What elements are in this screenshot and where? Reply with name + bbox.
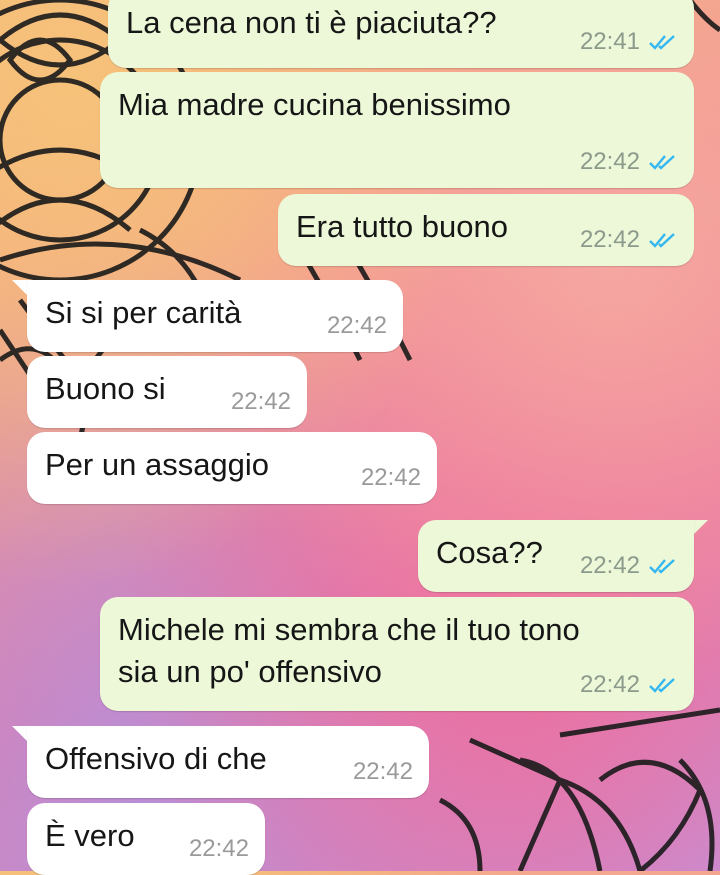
message-bubble-outgoing[interactable]: Michele mi sembra che il tuo tono sia un… (100, 597, 694, 711)
message-time: 22:41 (579, 28, 640, 55)
message-bubble-incoming[interactable]: Buono si 22:42 (27, 356, 307, 428)
message-time: 22:42 (579, 148, 640, 175)
message-time: 22:42 (360, 464, 421, 491)
message-bubble-outgoing[interactable]: La cena non ti è piaciuta?? 22:41 (108, 0, 694, 68)
message-bubble-outgoing[interactable]: Cosa?? 22:42 (418, 520, 694, 592)
message-meta: 22:42 (361, 464, 421, 492)
double-check-icon (649, 35, 675, 50)
message-meta: 22:42 (580, 552, 678, 580)
message-bubble-incoming[interactable]: Per un assaggio 22:42 (27, 432, 437, 504)
message-time: 22:42 (579, 671, 640, 698)
message-meta: 22:42 (353, 758, 413, 786)
chat-thread: La cena non ti è piaciuta?? 22:41 Mia ma… (0, 0, 720, 875)
message-bubble-incoming[interactable]: Si si per carità 22:42 (27, 280, 403, 352)
message-time: 22:42 (230, 388, 291, 415)
message-time: 22:42 (326, 312, 387, 339)
message-meta: 22:41 (580, 28, 678, 56)
message-time: 22:42 (579, 226, 640, 253)
double-check-icon (649, 559, 675, 574)
message-bubble-outgoing[interactable]: Mia madre cucina benissimo 22:42 (100, 72, 694, 188)
double-check-icon (649, 233, 675, 248)
message-meta: 22:42 (580, 226, 678, 254)
message-time: 22:42 (188, 835, 249, 862)
message-meta: 22:42 (580, 671, 678, 699)
message-bubble-incoming[interactable]: Offensivo di che 22:42 (27, 726, 429, 798)
message-meta: 22:42 (327, 312, 387, 340)
message-meta: 22:42 (231, 388, 291, 416)
message-text: Mia madre cucina benissimo (118, 87, 511, 122)
message-meta: 22:42 (189, 835, 249, 863)
double-check-icon (649, 155, 675, 170)
message-time: 22:42 (352, 758, 413, 785)
message-time: 22:42 (579, 552, 640, 579)
message-bubble-outgoing[interactable]: Era tutto buono 22:42 (278, 194, 694, 266)
message-meta: 22:42 (580, 148, 678, 176)
double-check-icon (649, 678, 675, 693)
message-bubble-incoming[interactable]: È vero 22:42 (27, 803, 265, 875)
